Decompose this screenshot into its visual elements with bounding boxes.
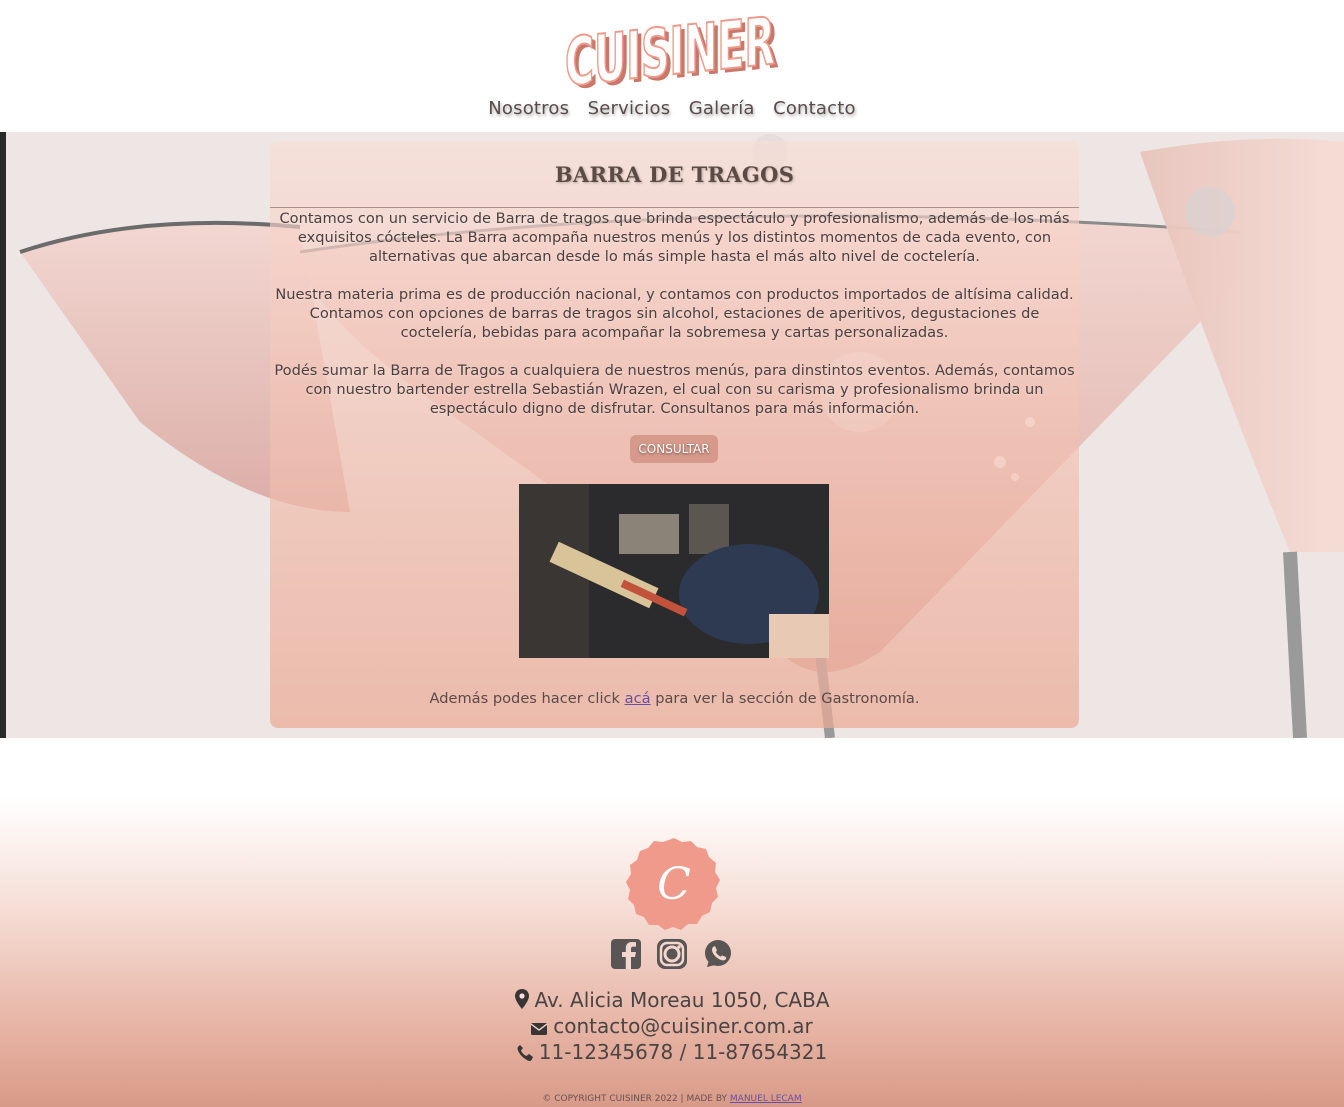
nav-item-galeria[interactable]: Galería [689,98,755,119]
bartender-photo [519,484,829,658]
envelope-icon [530,1016,548,1040]
instagram-icon[interactable] [656,938,688,970]
cuisiner-seal-logo: C [626,838,720,930]
nav-item-contacto[interactable]: Contacto [773,98,856,119]
address-line: Av. Alicia Moreau 1050, CABA [0,988,1344,1014]
title-divider [270,207,1079,208]
phone-line: 11-12345678 / 11-87654321 [0,1040,1344,1066]
map-marker-icon [514,989,529,1014]
author-link[interactable]: MANUEL LECAM [730,1094,802,1104]
logo-text: CUISINER [565,3,775,92]
more-info-line: Además podes hacer click acá para ver la… [270,690,1079,707]
phone-text[interactable]: 11-12345678 / 11-87654321 [539,1040,827,1064]
service-paragraph-1: Contamos con un servicio de Barra de tra… [279,210,1070,265]
more-suffix: para ver la sección de Gastronomía. [650,690,920,707]
seal-letter: C [657,859,691,910]
gastronomia-link[interactable]: acá [625,690,651,707]
email-text[interactable]: contacto@cuisiner.com.ar [553,1014,813,1038]
cuisiner-logo[interactable]: CUISINER CUISINER [560,2,790,92]
service-paragraph-2: Nuestra materia prima es de producción n… [275,286,1074,341]
nav-item-nosotros[interactable]: Nosotros [488,98,569,119]
whatsapp-icon[interactable] [702,938,734,970]
page-title: BARRA DE TRAGOS [554,162,795,187]
copyright-line: © COPYRIGHT CUISINER 2022 | MADE BY MANU… [0,1094,1344,1104]
copyright-text: © COPYRIGHT CUISINER 2022 | MADE BY [542,1094,730,1104]
consult-button[interactable]: CONSULTAR [630,435,718,463]
nav-item-servicios[interactable]: Servicios [588,98,671,119]
phone-icon [517,1042,533,1066]
email-line: contacto@cuisiner.com.ar [0,1014,1344,1040]
social-links [0,938,1344,970]
more-prefix: Además podes hacer click [429,690,625,707]
facebook-icon[interactable] [610,938,642,970]
main-nav: Nosotros Servicios Galería Contacto [0,98,1344,119]
site-header: CUISINER CUISINER Nosotros Servicios Gal… [0,0,1344,132]
address-text: Av. Alicia Moreau 1050, CABA [534,988,830,1012]
service-paragraph-3: Podés sumar la Barra de Tragos a cualqui… [274,362,1075,417]
